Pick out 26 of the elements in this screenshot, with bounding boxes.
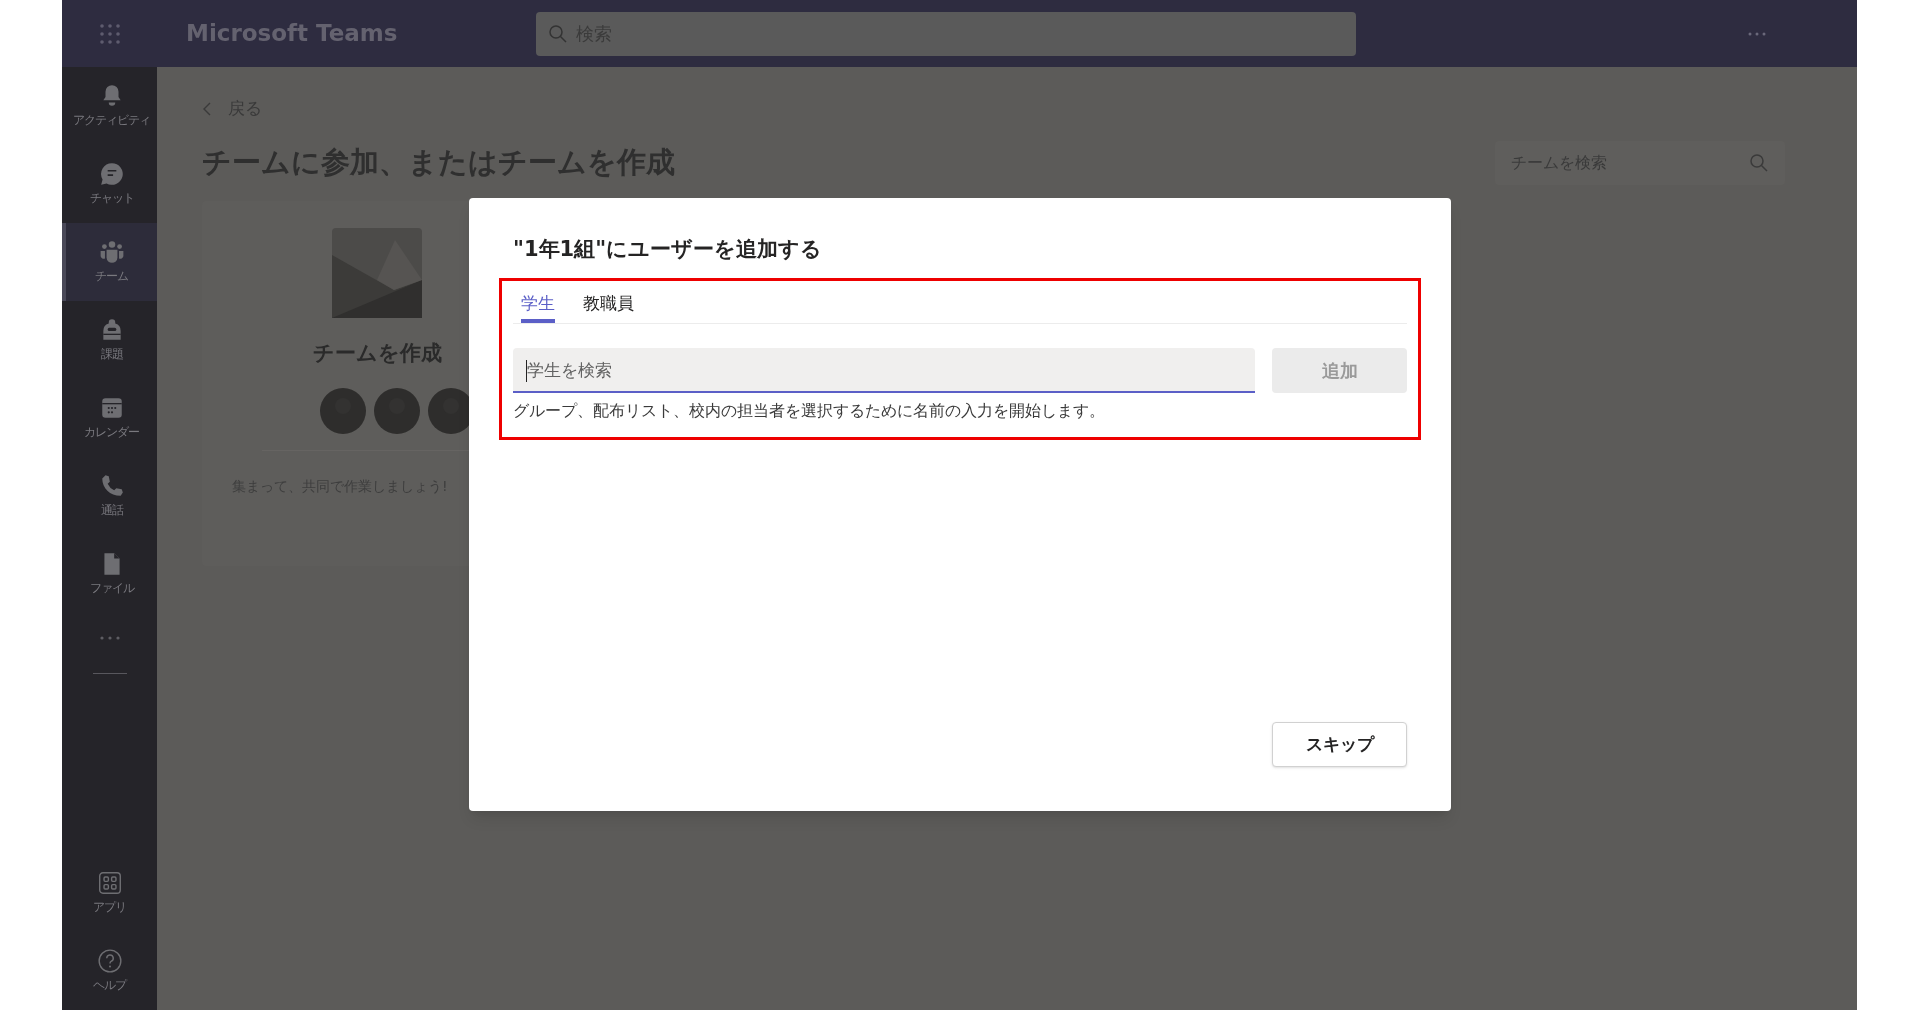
avatar-icon bbox=[374, 387, 420, 434]
text-cursor bbox=[526, 360, 527, 382]
sidebar-item[interactable]: ファイル bbox=[62, 535, 157, 613]
sidebar-item[interactable]: アクティビティ bbox=[62, 67, 157, 145]
chat-icon bbox=[98, 161, 125, 187]
sidebar-item[interactable]: アプリ bbox=[62, 854, 157, 932]
more-icon[interactable] bbox=[98, 635, 121, 641]
skip-button[interactable]: スキップ bbox=[1272, 722, 1407, 767]
apps-icon bbox=[96, 870, 123, 896]
sidebar-item[interactable]: チーム bbox=[62, 223, 157, 301]
more-icon[interactable] bbox=[1747, 30, 1767, 37]
tab[interactable]: 教職員 bbox=[583, 286, 634, 323]
sidebar-item[interactable]: 課題 bbox=[62, 301, 157, 379]
app-launcher-icon[interactable] bbox=[98, 22, 121, 45]
people-icon bbox=[98, 239, 125, 265]
sidebar-item[interactable]: カレンダー bbox=[62, 379, 157, 457]
chevron-left-icon bbox=[202, 102, 212, 116]
search-icon bbox=[548, 23, 568, 44]
search-icon bbox=[1749, 153, 1769, 173]
student-search-field[interactable]: 学生を検索 bbox=[513, 348, 1255, 393]
sidebar-item[interactable]: ヘルプ bbox=[62, 932, 157, 1010]
tab[interactable]: 学生 bbox=[521, 286, 555, 323]
sidebar-item[interactable]: 通話 bbox=[62, 457, 157, 535]
sidebar-item[interactable]: チャット bbox=[62, 145, 157, 223]
help-icon bbox=[96, 948, 123, 974]
avatar-icon bbox=[320, 387, 366, 434]
